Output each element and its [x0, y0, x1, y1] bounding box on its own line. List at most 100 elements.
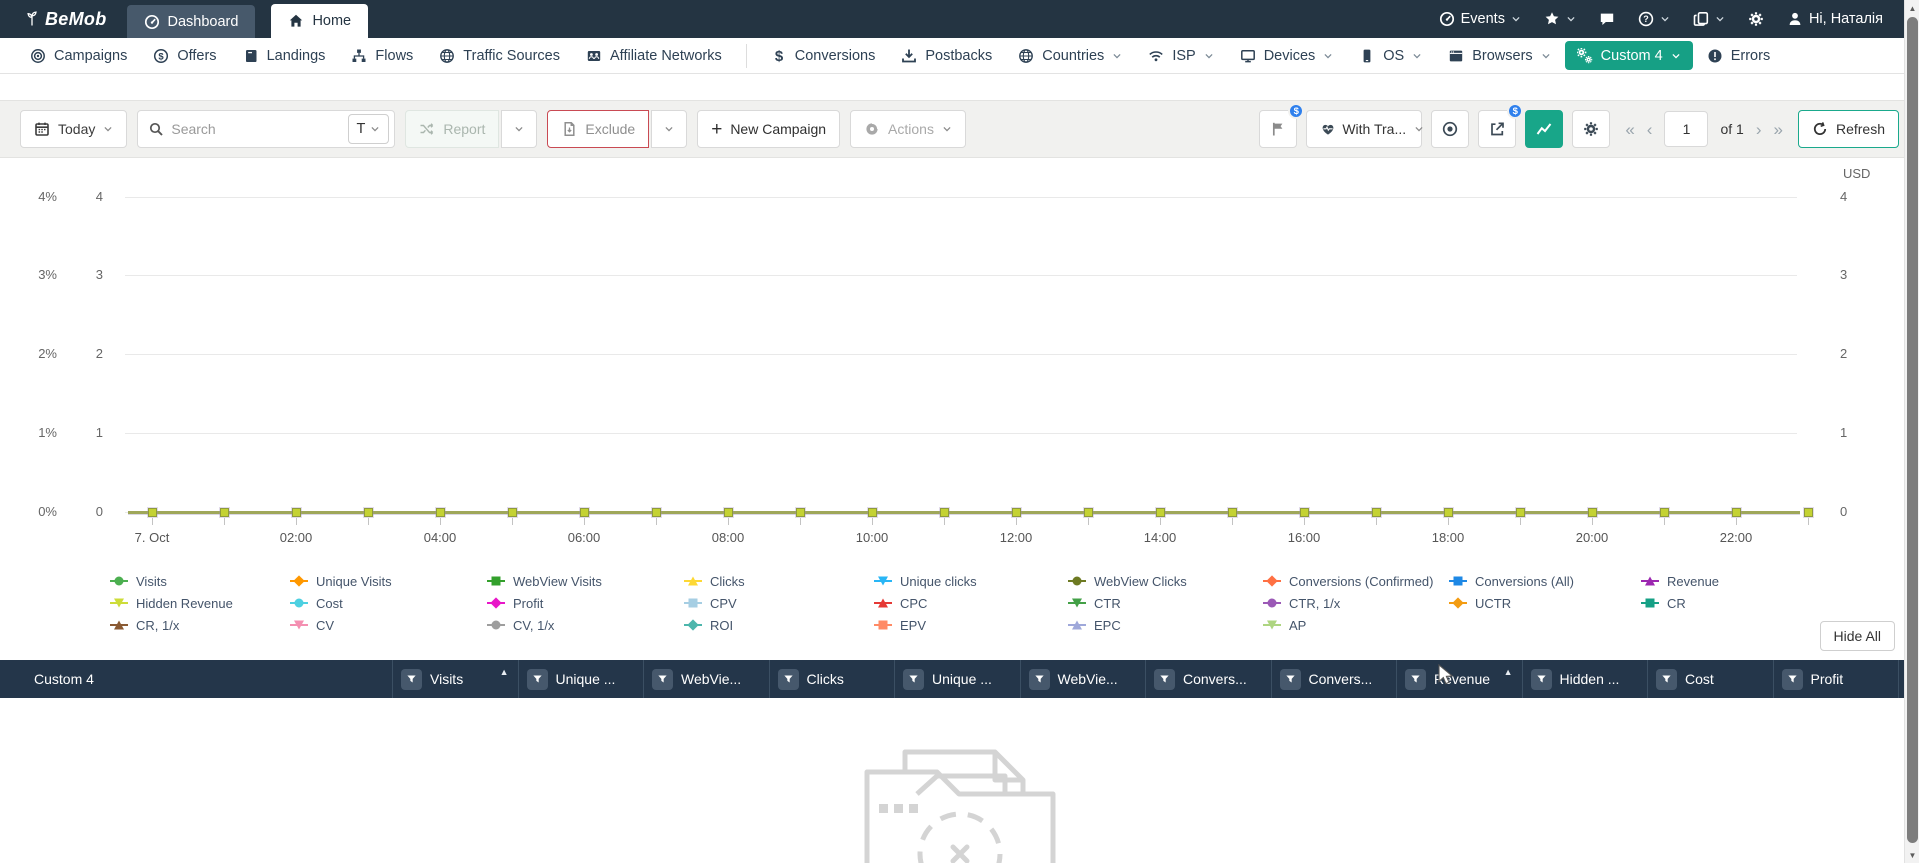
column-header-custom-4[interactable]: Custom 4 — [0, 660, 392, 698]
legend-ctr-1-x[interactable]: CTR, 1/x — [1263, 592, 1449, 614]
topbar-hi[interactable]: Hi, Наталія — [1787, 11, 1883, 27]
legend-cv-1-x[interactable]: CV, 1/x — [487, 614, 684, 636]
actions-button[interactable]: Actions — [850, 110, 966, 148]
legend-conversions-confirmed[interactable]: Conversions (Confirmed) — [1263, 570, 1449, 592]
legend-unique-clicks[interactable]: Unique clicks — [874, 570, 1068, 592]
nav-conversions[interactable]: $ Conversions — [759, 41, 888, 70]
nav-devices[interactable]: Devices — [1228, 41, 1346, 70]
column-header-convers[interactable]: Convers... — [1145, 660, 1271, 698]
legend-clicks[interactable]: Clicks — [684, 570, 874, 592]
scroll-up-icon[interactable]: ▲ — [1905, 1, 1919, 15]
nav-custom-4[interactable]: Custom 4 — [1564, 41, 1693, 70]
nav-isp[interactable]: ISP — [1136, 41, 1225, 70]
column-header-unique[interactable]: Unique ... — [894, 660, 1020, 698]
legend-cv[interactable]: CV — [290, 614, 487, 636]
exclude-dropdown-button[interactable] — [651, 110, 688, 148]
column-header-webvie[interactable]: WebVie... — [643, 660, 769, 698]
prev-page-button[interactable]: ‹ — [1647, 121, 1653, 138]
legend-ctr[interactable]: CTR — [1068, 592, 1263, 614]
topbar-stack-button[interactable] — [1693, 11, 1725, 27]
legend-ap[interactable]: AP — [1263, 614, 1449, 636]
legend-roi[interactable]: ROI — [684, 614, 874, 636]
first-page-button[interactable]: « — [1625, 121, 1634, 138]
legend-webview-visits[interactable]: WebView Visits — [487, 570, 684, 592]
report-dropdown-button[interactable] — [501, 110, 538, 148]
flag-filter-button[interactable]: $ — [1259, 103, 1305, 148]
nav-offers[interactable]: $ Offers — [141, 41, 228, 70]
new-campaign-button[interactable]: + New Campaign — [697, 110, 841, 148]
page-number-input[interactable] — [1664, 111, 1709, 147]
exclude-button[interactable]: Exclude — [547, 110, 650, 148]
nav-flows[interactable]: Flows — [339, 41, 425, 70]
legend-epv[interactable]: EPV — [874, 614, 1068, 636]
column-filter-button[interactable] — [401, 668, 422, 690]
chart-toggle-button[interactable] — [1525, 110, 1564, 148]
column-filter-button[interactable] — [1781, 668, 1803, 690]
tab-dashboard[interactable]: Dashboard — [126, 5, 256, 38]
hide-all-button[interactable]: Hide All — [1819, 621, 1895, 651]
column-header-cost[interactable]: Cost — [1647, 660, 1773, 698]
nav-errors[interactable]: Errors — [1695, 41, 1782, 70]
scrollbar-thumb[interactable] — [1907, 17, 1918, 843]
column-header-hidden[interactable]: Hidden ... — [1521, 660, 1648, 698]
vertical-scrollbar[interactable]: ▲ ▼ — [1904, 0, 1919, 863]
topbar-events[interactable]: Events — [1439, 11, 1521, 27]
column-header-unique[interactable]: Unique ... — [517, 660, 644, 698]
share-button[interactable]: $ — [1478, 103, 1524, 148]
column-header-visits[interactable]: Visits ▲ — [392, 660, 518, 698]
legend-webview-clicks[interactable]: WebView Clicks — [1068, 570, 1263, 592]
column-header-convers[interactable]: Convers... — [1270, 660, 1397, 698]
nav-affiliate-networks[interactable]: Affiliate Networks — [574, 41, 734, 70]
legend-cpv[interactable]: CPV — [684, 592, 874, 614]
legend-profit[interactable]: Profit — [487, 592, 684, 614]
next-page-button[interactable]: › — [1756, 121, 1762, 138]
visibility-button[interactable] — [1431, 110, 1470, 148]
legend-conversions-all[interactable]: Conversions (All) — [1449, 570, 1641, 592]
legend-unique-visits[interactable]: Unique Visits — [290, 570, 487, 592]
column-filter-button[interactable] — [1656, 668, 1677, 690]
column-filter-button[interactable] — [903, 668, 924, 690]
column-filter-button[interactable] — [526, 668, 548, 690]
nav-browsers[interactable]: Browsers — [1436, 41, 1562, 70]
column-filter-button[interactable] — [1028, 668, 1050, 690]
legend-visits[interactable]: Visits — [110, 570, 290, 592]
topbar-star-button[interactable] — [1544, 11, 1576, 27]
nav-postbacks[interactable]: Postbacks — [889, 41, 1004, 70]
topbar-gear-button[interactable] — [1748, 11, 1764, 27]
search-input[interactable] — [171, 121, 341, 137]
column-filter-button[interactable] — [1530, 668, 1552, 690]
column-header-profit[interactable]: Profit — [1772, 660, 1899, 698]
nav-traffic-sources[interactable]: Traffic Sources — [427, 41, 572, 70]
scroll-down-icon[interactable]: ▼ — [1905, 848, 1919, 862]
legend-cr[interactable]: CR — [1641, 592, 1904, 614]
topbar-help-button[interactable]: ? — [1638, 11, 1670, 27]
tab-home[interactable]: Home — [271, 4, 369, 38]
column-filter-button[interactable] — [1279, 668, 1301, 690]
column-filter-button[interactable] — [1405, 668, 1426, 690]
search-type-button[interactable]: T — [347, 114, 390, 144]
last-page-button[interactable]: » — [1774, 121, 1783, 138]
legend-cpc[interactable]: CPC — [874, 592, 1068, 614]
refresh-button[interactable]: Refresh — [1797, 110, 1899, 148]
topbar-chat-button[interactable] — [1599, 11, 1615, 27]
table-settings-button[interactable] — [1572, 110, 1611, 148]
legend-cr-1-x[interactable]: CR, 1/x — [110, 614, 290, 636]
legend-uctr[interactable]: UCTR — [1449, 592, 1641, 614]
legend-epc[interactable]: EPC — [1068, 614, 1263, 636]
column-filter-button[interactable] — [1154, 668, 1175, 690]
legend-hidden-revenue[interactable]: Hidden Revenue — [110, 592, 290, 614]
nav-countries[interactable]: Countries — [1006, 41, 1134, 70]
nav-os[interactable]: OS — [1347, 41, 1434, 70]
traffic-filter-select[interactable]: With Tra... — [1306, 110, 1423, 148]
column-filter-button[interactable] — [777, 668, 799, 690]
bemob-logo[interactable]: BeMob — [10, 0, 127, 38]
column-filter-button[interactable] — [652, 668, 673, 690]
report-button[interactable]: Report — [405, 110, 500, 148]
date-range-button[interactable]: Today — [20, 110, 128, 148]
legend-cost[interactable]: Cost — [290, 592, 487, 614]
nav-campaigns[interactable]: Campaigns — [18, 41, 139, 70]
legend-revenue[interactable]: Revenue — [1641, 570, 1904, 592]
column-header-webvie[interactable]: WebVie... — [1019, 660, 1146, 698]
nav-landings[interactable]: Landings — [231, 41, 338, 70]
column-header-clicks[interactable]: Clicks — [768, 660, 895, 698]
